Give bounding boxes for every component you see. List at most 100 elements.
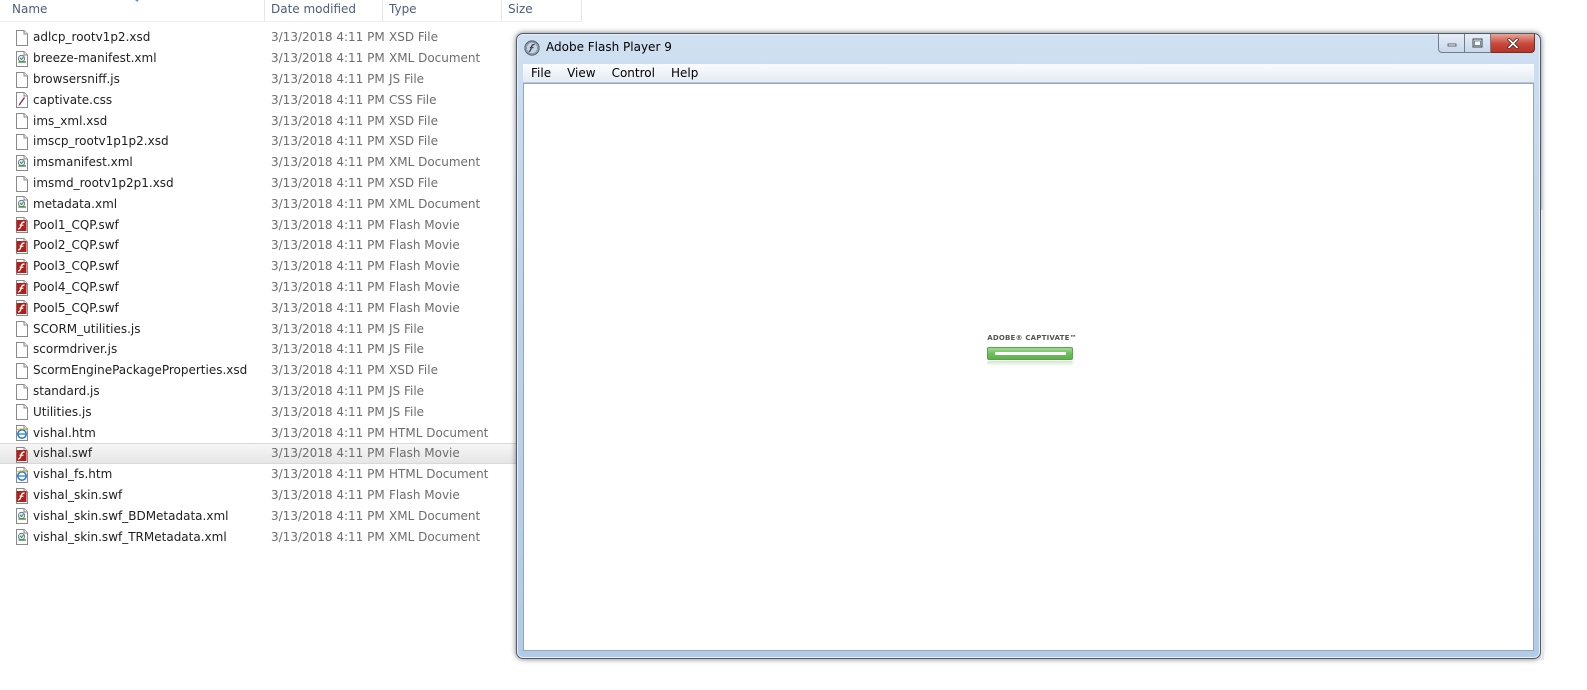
menu-file[interactable]: File	[523, 64, 559, 82]
file-type: Flash Movie	[389, 217, 460, 232]
menu-help[interactable]: Help	[663, 64, 706, 82]
loading-progress-bar	[987, 347, 1073, 360]
generic-file-icon	[15, 30, 29, 46]
file-row[interactable]: ScormEnginePackageProperties.xsd 3/13/201…	[0, 360, 582, 381]
minimize-button[interactable]	[1438, 34, 1465, 53]
file-date-modified: 3/13/2018 4:11 PM	[271, 508, 385, 523]
file-row[interactable]: captivate.css 3/13/2018 4:11 PM CSS File	[0, 89, 582, 110]
file-row[interactable]: SCORM_utilities.js 3/13/2018 4:11 PM JS Fi…	[0, 318, 582, 339]
file-row[interactable]: browsersniff.js 3/13/2018 4:11 PM JS File	[0, 69, 582, 90]
file-date-modified: 3/13/2018 4:11 PM	[271, 238, 385, 253]
file-date-modified: 3/13/2018 4:11 PM	[271, 467, 385, 482]
maximize-icon	[1472, 38, 1483, 48]
menu-view[interactable]: View	[559, 64, 603, 82]
file-row[interactable]: standard.js 3/13/2018 4:11 PM JS File	[0, 381, 582, 402]
flash-file-icon	[15, 487, 29, 504]
file-row[interactable]: vishal.htm 3/13/2018 4:11 PM HTML Document	[0, 422, 582, 443]
xml-file-icon	[15, 154, 29, 171]
ie-html-icon	[15, 425, 29, 442]
file-list: adlcp_rootv1p2.xsd 3/13/2018 4:11 PM XSD F…	[0, 27, 582, 547]
file-name: adlcp_rootv1p2.xsd	[33, 30, 151, 45]
scrollbar-edge[interactable]	[1541, 210, 1544, 660]
generic-file-icon	[15, 341, 29, 358]
file-row[interactable]: ims_xml.xsd 3/13/2018 4:11 PM XSD File	[0, 110, 582, 131]
file-date-modified: 3/13/2018 4:11 PM	[271, 92, 385, 107]
flash-player-app-icon	[524, 40, 540, 56]
file-name: vishal.swf	[33, 446, 93, 461]
generic-file-icon	[15, 175, 29, 192]
menu-bar: File View Control Help	[523, 64, 1534, 83]
column-header-date-modified[interactable]: Date modified	[265, 0, 383, 21]
xml-file-icon	[15, 508, 29, 525]
file-row[interactable]: Pool2_CQP.swf 3/13/2018 4:11 PM Flash Movi…	[0, 235, 582, 256]
file-type: XSD File	[389, 134, 438, 149]
file-date-modified: 3/13/2018 4:11 PM	[271, 217, 385, 232]
column-header-type[interactable]: Type	[383, 0, 502, 21]
column-header-name[interactable]: Name	[0, 0, 265, 21]
file-type: Flash Movie	[389, 446, 460, 461]
file-row[interactable]: Pool4_CQP.swf 3/13/2018 4:11 PM Flash Movi…	[0, 277, 582, 298]
file-row[interactable]: Pool3_CQP.swf 3/13/2018 4:11 PM Flash Movi…	[0, 256, 582, 277]
file-row[interactable]: Utilities.js 3/13/2018 4:11 PM JS File	[0, 401, 582, 422]
column-header-size[interactable]: Size	[502, 0, 582, 21]
file-date-modified: 3/13/2018 4:11 PM	[271, 259, 385, 274]
flash-file-icon	[15, 446, 29, 463]
ie-html-icon	[15, 466, 29, 483]
file-row[interactable]: metadata.xml 3/13/2018 4:11 PM XML Documen…	[0, 193, 582, 214]
progress-bar-reflection	[987, 361, 1073, 366]
file-date-modified: 3/13/2018 4:11 PM	[271, 342, 385, 357]
generic-file-icon	[15, 321, 29, 338]
file-row[interactable]: Pool5_CQP.swf 3/13/2018 4:11 PM Flash Movi…	[0, 297, 582, 318]
file-row[interactable]: vishal_skin.swf_TRMetadata.xml 3/13/2018 …	[0, 526, 582, 547]
css-file-icon	[15, 92, 29, 109]
flash-movie-stage[interactable]: ADOBE® CAPTIVATE™	[523, 83, 1534, 651]
file-name: Utilities.js	[33, 404, 92, 419]
file-date-modified: 3/13/2018 4:11 PM	[271, 71, 385, 86]
file-row[interactable]: breeze-manifest.xml 3/13/2018 4:11 PM XML …	[0, 48, 582, 69]
file-name: Pool3_CQP.swf	[33, 259, 119, 274]
file-type: JS File	[389, 383, 425, 398]
file-type: XSD File	[389, 363, 438, 378]
window-titlebar[interactable]: Adobe Flash Player 9	[517, 34, 1540, 62]
close-button[interactable]	[1491, 34, 1535, 53]
file-date-modified: 3/13/2018 4:11 PM	[271, 279, 385, 294]
xml-file-icon	[15, 196, 29, 213]
file-date-modified: 3/13/2018 4:11 PM	[271, 446, 385, 461]
file-row[interactable]: vishal_fs.htm 3/13/2018 4:11 PM HTML Docum…	[0, 464, 582, 485]
file-name: Pool4_CQP.swf	[33, 279, 119, 294]
file-row[interactable]: imscp_rootv1p1p2.xsd 3/13/2018 4:11 PM XSD…	[0, 131, 582, 152]
file-type: JS File	[389, 71, 425, 86]
file-date-modified: 3/13/2018 4:11 PM	[271, 383, 385, 398]
file-row[interactable]: vishal_skin.swf 3/13/2018 4:11 PM Flash Mo…	[0, 485, 582, 506]
file-row[interactable]: Pool1_CQP.swf 3/13/2018 4:11 PM Flash Movi…	[0, 214, 582, 235]
flash-player-window[interactable]: Adobe Flash Player 9 File View Control H…	[516, 33, 1541, 659]
menu-control[interactable]: Control	[604, 64, 663, 82]
file-type: JS File	[389, 342, 425, 357]
file-type: JS File	[389, 404, 425, 419]
generic-file-icon	[15, 113, 29, 130]
generic-file-icon	[15, 404, 29, 421]
flash-file-icon	[15, 300, 29, 317]
close-icon	[1506, 37, 1519, 49]
file-row[interactable]: imsmanifest.xml 3/13/2018 4:11 PM XML Docu…	[0, 152, 582, 173]
maximize-button[interactable]	[1465, 34, 1491, 53]
window-controls	[1438, 34, 1535, 53]
file-row[interactable]: vishal_skin.swf_BDMetadata.xml 3/13/2018 …	[0, 505, 582, 526]
file-row[interactable]: imsmd_rootv1p2p1.xsd 3/13/2018 4:11 PM XSD…	[0, 173, 582, 194]
file-row[interactable]: vishal.swf 3/13/2018 4:11 PM Flash Movie	[0, 442, 517, 464]
file-date-modified: 3/13/2018 4:11 PM	[271, 487, 385, 502]
file-type: Flash Movie	[389, 279, 460, 294]
file-type: HTML Document	[389, 425, 489, 440]
file-name: Pool1_CQP.swf	[33, 217, 119, 232]
file-row[interactable]: adlcp_rootv1p2.xsd 3/13/2018 4:11 PM XSD F…	[0, 27, 582, 48]
file-name: ims_xml.xsd	[33, 113, 108, 128]
file-row[interactable]: scormdriver.js 3/13/2018 4:11 PM JS File	[0, 339, 582, 360]
file-type: Flash Movie	[389, 238, 460, 253]
file-type: Flash Movie	[389, 487, 460, 502]
file-name: captivate.css	[33, 92, 113, 107]
file-date-modified: 3/13/2018 4:11 PM	[271, 363, 385, 378]
file-date-modified: 3/13/2018 4:11 PM	[271, 134, 385, 149]
loading-progress-fill	[995, 352, 1066, 355]
file-date-modified: 3/13/2018 4:11 PM	[271, 300, 385, 315]
file-name: vishal_skin.swf	[33, 487, 123, 502]
